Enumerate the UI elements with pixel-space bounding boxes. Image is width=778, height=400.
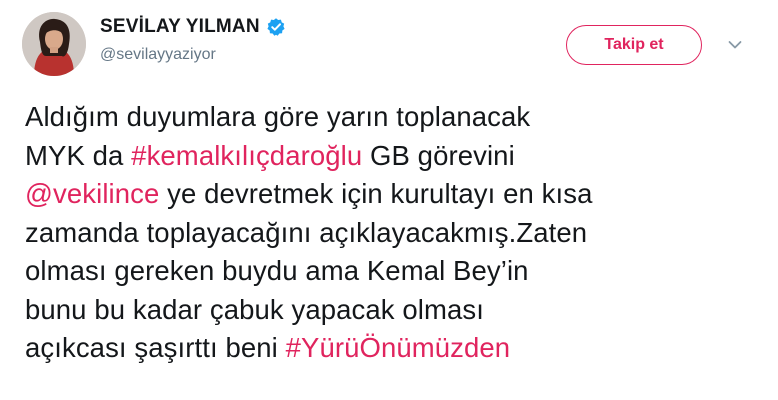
tweet-card: SEVİLAY YILMAN @sevilayyaziyor Takip et … xyxy=(0,0,778,400)
tweet-text: Aldığım duyumlara göre yarın toplanacak … xyxy=(25,98,765,368)
tweet-line: zamanda toplayacağını açıklayacakmış.Zat… xyxy=(25,216,588,248)
tweet-line: MYK da #kemalkılıçdaroğlu GB görevini xyxy=(25,137,765,176)
tweet-text-segment: MYK da xyxy=(25,139,132,171)
tweet-line: açıkcası şaşırttı beni #YürüÖnümüzden xyxy=(25,329,765,368)
hashtag-link[interactable]: #kemalkılıçdaroğlu xyxy=(131,140,362,171)
tweet-text-segment: ye devretmek için kurultayı en kısa xyxy=(159,178,593,209)
tweet-text-segment: açıkcası şaşırttı beni xyxy=(25,332,286,363)
follow-button[interactable]: Takip et xyxy=(566,25,702,65)
tweet-line: bunu bu kadar çabuk yapacak olması xyxy=(25,293,484,325)
tweet-line: olması gereken buydu ama Kemal Bey’in xyxy=(25,255,529,286)
verified-badge-icon xyxy=(266,17,286,37)
avatar[interactable] xyxy=(22,12,86,76)
tweet-line: Aldığım duyumlara göre yarın toplanacak xyxy=(25,101,531,132)
hashtag-link[interactable]: #YürüÖnümüzden xyxy=(286,332,511,363)
tweet-line: @vekilince ye devretmek için kurultayı e… xyxy=(25,175,765,214)
name-row: SEVİLAY YILMAN xyxy=(100,16,286,38)
display-name[interactable]: SEVİLAY YILMAN xyxy=(100,16,260,38)
avatar-image xyxy=(22,12,86,76)
user-handle[interactable]: @sevilayyaziyor xyxy=(100,46,216,64)
tweet-text-segment: GB görevini xyxy=(362,139,515,171)
chevron-down-icon[interactable] xyxy=(728,40,742,50)
mention-link[interactable]: @vekilince xyxy=(25,178,159,209)
